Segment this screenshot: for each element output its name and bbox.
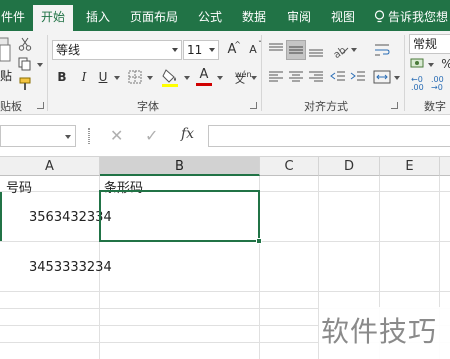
cell-a2[interactable]: 3563432334: [29, 210, 112, 225]
align-right-icon[interactable]: [306, 67, 326, 87]
tab-insert[interactable]: 插入: [80, 7, 116, 31]
tab-review[interactable]: 审阅: [281, 7, 317, 31]
format-painter-icon[interactable]: [18, 77, 32, 91]
formula-bar-grip[interactable]: [88, 128, 90, 144]
font-color-dropdown-arrow[interactable]: [217, 76, 223, 80]
underline-dropdown-arrow[interactable]: [114, 76, 120, 80]
percent-button[interactable]: %: [437, 54, 450, 74]
underline-button[interactable]: U: [93, 67, 113, 87]
column-header-f[interactable]: [440, 157, 450, 176]
group-separator: [404, 35, 405, 111]
chevron-down-icon: [209, 48, 215, 52]
enter-icon[interactable]: ✓: [145, 126, 158, 145]
copy-dropdown-arrow[interactable]: [37, 63, 43, 67]
decrease-indent-icon[interactable]: [328, 67, 348, 87]
lightbulb-icon: [374, 10, 385, 23]
increase-indent-icon[interactable]: [348, 67, 368, 87]
tab-file[interactable]: 件件: [0, 7, 26, 31]
ribbon-home: 贴 贴板 等线 11 A ^ Aˇ B I U A wén 文 字体 ab 对齐…: [0, 31, 450, 115]
number-format-combo[interactable]: 常规: [409, 34, 450, 54]
font-size-combo[interactable]: 11: [183, 40, 219, 60]
borders-icon[interactable]: [128, 70, 142, 84]
orientation-icon[interactable]: ab: [330, 40, 350, 60]
alignment-group-label: 对齐方式: [304, 100, 348, 113]
align-top-icon[interactable]: [266, 40, 286, 60]
tab-data[interactable]: 数据: [236, 7, 272, 31]
merge-dropdown-arrow[interactable]: [394, 76, 400, 80]
formula-bar: ✕ ✓ fx: [0, 115, 450, 157]
insert-function-icon[interactable]: fx: [181, 126, 194, 142]
alignment-launcher[interactable]: [391, 102, 398, 109]
bold-button[interactable]: B: [52, 67, 72, 87]
paste-icon[interactable]: [0, 35, 12, 65]
merge-center-icon[interactable]: [372, 67, 392, 87]
tab-home[interactable]: 开始: [33, 5, 73, 31]
cell-a3[interactable]: 3453333234: [29, 260, 112, 275]
phonetic-dropdown-arrow[interactable]: [251, 76, 257, 80]
name-box-dropdown-arrow[interactable]: [65, 135, 71, 139]
row-selection-marker: [0, 192, 2, 241]
align-middle-button[interactable]: [286, 40, 306, 60]
svg-text:ab: ab: [332, 45, 349, 60]
font-group-label: 字体: [137, 100, 159, 113]
currency-dropdown-arrow[interactable]: [428, 63, 434, 67]
fill-color-dropdown-arrow[interactable]: [184, 76, 190, 80]
wrap-text-icon[interactable]: [372, 40, 392, 60]
tell-me-box[interactable]: 告诉我您想: [374, 8, 448, 25]
ribbon-tab-bar: 件件 开始 插入 页面布局 公式 数据 审阅 视图 告诉我您想: [0, 0, 450, 31]
tab-view[interactable]: 视图: [325, 7, 361, 31]
borders-dropdown-arrow[interactable]: [147, 76, 153, 80]
font-color-button[interactable]: A: [194, 65, 214, 86]
italic-button[interactable]: I: [74, 67, 94, 87]
formula-input[interactable]: [208, 125, 450, 147]
fill-color-icon[interactable]: [162, 68, 180, 88]
watermark: 软件技巧: [319, 307, 450, 359]
clipboard-group-label: 贴板: [0, 100, 22, 113]
cut-icon[interactable]: [18, 37, 32, 51]
tab-formulas[interactable]: 公式: [193, 7, 227, 31]
decrease-decimal-button[interactable]: .00 →0: [431, 76, 444, 92]
align-center-icon[interactable]: [286, 67, 306, 87]
group-separator: [261, 35, 262, 111]
clipboard-launcher[interactable]: [37, 102, 44, 109]
active-cell-b2[interactable]: [99, 190, 260, 242]
cancel-icon[interactable]: ✕: [110, 126, 123, 145]
tab-page-layout[interactable]: 页面布局: [124, 7, 184, 31]
currency-icon[interactable]: [410, 57, 426, 71]
font-launcher[interactable]: [250, 102, 257, 109]
name-box[interactable]: [0, 125, 76, 147]
number-group-label: 数字: [424, 100, 446, 113]
column-header-c[interactable]: C: [260, 157, 319, 176]
column-header-a[interactable]: A: [0, 157, 100, 176]
column-header-b[interactable]: B: [100, 157, 260, 176]
paste-label: 贴: [0, 69, 13, 83]
align-bottom-icon[interactable]: [306, 40, 326, 60]
align-middle-icon: [289, 46, 303, 54]
phonetic-button[interactable]: wén 文: [230, 67, 252, 87]
group-separator: [47, 35, 48, 111]
cell-a1[interactable]: 号码: [6, 177, 32, 196]
font-name-combo[interactable]: 等线: [52, 40, 182, 60]
excel-window: 件件 开始 插入 页面布局 公式 数据 审阅 视图 告诉我您想 贴 贴板 等线 …: [0, 0, 450, 359]
grid-line: [0, 291, 450, 292]
chevron-down-icon: [172, 48, 178, 52]
column-header-e[interactable]: E: [380, 157, 440, 176]
column-header-d[interactable]: D: [319, 157, 380, 176]
grow-font-button[interactable]: A ^: [222, 40, 242, 60]
shrink-font-button[interactable]: Aˇ: [243, 40, 263, 60]
increase-decimal-button[interactable]: ←0.00: [411, 76, 424, 92]
orientation-dropdown-arrow[interactable]: [351, 48, 357, 52]
copy-icon[interactable]: [18, 57, 32, 71]
fill-handle[interactable]: [256, 238, 262, 244]
align-left-icon[interactable]: [266, 67, 286, 87]
